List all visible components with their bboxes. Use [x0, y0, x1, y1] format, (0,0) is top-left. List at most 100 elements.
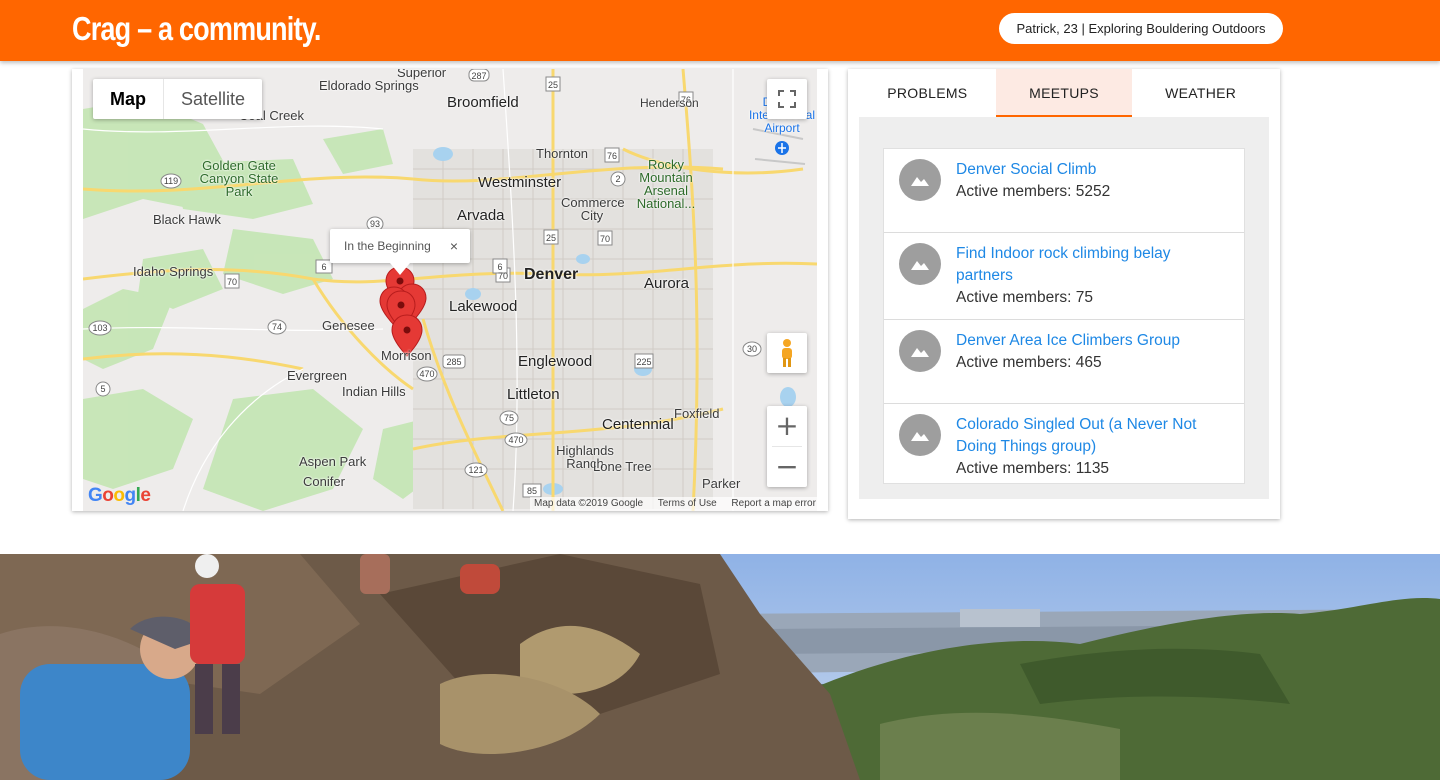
place-label: Conifer	[303, 474, 345, 489]
marker-info-window: In the Beginning ×	[330, 229, 470, 275]
avatar	[899, 159, 941, 201]
map[interactable]: 287 25 76 119 76 2 93 25 70 70 6 70 6 10…	[83, 69, 817, 511]
svg-text:70: 70	[227, 277, 237, 287]
svg-text:2: 2	[615, 174, 620, 184]
street-view-button[interactable]	[767, 333, 807, 373]
map-data-text: Map data ©2019 Google	[534, 498, 644, 509]
info-window-tail	[390, 263, 410, 275]
terms-of-use-link[interactable]: Terms of Use	[658, 498, 717, 509]
google-logo: Google	[88, 485, 151, 506]
map-base-layer: 287 25 76 119 76 2 93 25 70 70 6 70 6 10…	[83, 69, 817, 511]
svg-text:70: 70	[498, 271, 508, 281]
place-label: Genesee	[322, 318, 375, 333]
svg-text:103: 103	[92, 323, 107, 333]
place-label: Black Hawk	[153, 212, 221, 227]
tab-bar: PROBLEMS MEETUPS WEATHER	[859, 69, 1269, 117]
user-profile-pill[interactable]: Patrick, 23 | Exploring Bouldering Outdo…	[999, 13, 1283, 44]
place-label: Lone Tree	[593, 459, 652, 474]
place-label: Lakewood	[449, 298, 518, 315]
meetup-members: Active members: 465	[956, 354, 1102, 371]
svg-text:6: 6	[321, 262, 326, 272]
svg-text:25: 25	[546, 233, 556, 243]
fullscreen-button[interactable]	[767, 79, 807, 119]
place-label: Littleton	[507, 386, 560, 403]
hero-photo	[0, 554, 1440, 780]
sidebar-card: PROBLEMS MEETUPS WEATHER Denver Social C…	[848, 69, 1280, 519]
place-label: Arvada	[457, 207, 505, 224]
report-map-error-link[interactable]: Report a map error	[731, 498, 815, 509]
pegman-icon	[782, 339, 792, 367]
place-label: Commerce City	[561, 195, 625, 223]
svg-text:287: 287	[471, 71, 486, 81]
info-window-text: In the Beginning	[344, 239, 431, 253]
svg-text:75: 75	[504, 413, 514, 423]
place-label: Idaho Springs	[133, 264, 214, 279]
svg-text:470: 470	[508, 435, 523, 445]
svg-text:121: 121	[468, 465, 483, 475]
avatar	[899, 243, 941, 285]
meetup-item[interactable]: Denver Social Climb Active members: 5252	[884, 149, 1244, 233]
svg-text:5: 5	[100, 384, 105, 394]
meetup-name-link[interactable]: Find Indoor rock climbing belay partners	[956, 243, 1226, 287]
place-label: Englewood	[518, 353, 593, 370]
mountain-icon	[911, 261, 929, 270]
meetup-members: Active members: 1135	[956, 460, 1110, 477]
meetup-item[interactable]: Find Indoor rock climbing belay partners…	[884, 233, 1244, 320]
svg-text:93: 93	[370, 219, 380, 229]
place-label: Aurora	[644, 275, 690, 292]
svg-text:74: 74	[272, 322, 282, 332]
mountain-icon	[911, 432, 929, 441]
place-label: Denver	[524, 266, 579, 283]
meetup-name-link[interactable]: Colorado Singled Out (a Never Not Doing …	[956, 414, 1226, 458]
top-bar: Crag – a community. Patrick, 23 | Explor…	[0, 0, 1440, 61]
meetups-panel: Denver Social Climb Active members: 5252…	[859, 117, 1269, 499]
place-label: Broomfield	[447, 94, 519, 111]
place-label: Golden Gate Canyon State Park	[199, 158, 279, 199]
svg-text:30: 30	[747, 344, 757, 354]
site-title[interactable]: Crag – a community.	[72, 10, 321, 48]
meetup-list[interactable]: Denver Social Climb Active members: 5252…	[883, 148, 1245, 484]
mountain-icon	[911, 348, 929, 357]
map-type-toggle: Map Satellite	[93, 79, 263, 119]
zoom-out-button[interactable]: −	[767, 447, 807, 487]
place-label: Centennial	[602, 416, 674, 433]
place-label: Henderson	[640, 96, 699, 110]
svg-text:76: 76	[607, 151, 617, 161]
svg-text:6: 6	[497, 262, 502, 272]
place-label: Morrison	[381, 348, 432, 363]
svg-text:225: 225	[636, 357, 651, 367]
meetup-item[interactable]: Denver Area Ice Climbers Group Active me…	[884, 320, 1244, 404]
place-label: Thornton	[536, 146, 589, 161]
place-label: Rocky Mountain Arsenal National...	[636, 157, 696, 211]
map-type-satellite-button[interactable]: Satellite	[164, 79, 262, 119]
climbing-landscape-image	[0, 554, 1440, 780]
meetup-item[interactable]: Colorado Singled Out (a Never Not Doing …	[884, 404, 1244, 483]
meetup-name-link[interactable]: Denver Area Ice Climbers Group	[956, 330, 1226, 352]
tab-weather[interactable]: WEATHER	[1132, 69, 1269, 117]
svg-text:85: 85	[527, 486, 537, 496]
zoom-in-button[interactable]: +	[767, 406, 807, 446]
map-type-map-button[interactable]: Map	[93, 79, 164, 119]
place-label: Westminster	[478, 174, 562, 191]
meetup-name-link[interactable]: Denver Social Climb	[956, 159, 1226, 181]
zoom-control: + −	[767, 406, 807, 487]
close-icon[interactable]: ×	[450, 229, 458, 263]
map-card: 287 25 76 119 76 2 93 25 70 70 6 70 6 10…	[72, 69, 828, 511]
place-label: Aspen Park	[299, 454, 367, 469]
place-label: Foxfield	[674, 406, 720, 421]
tab-meetups[interactable]: MEETUPS	[995, 69, 1133, 117]
svg-text:470: 470	[419, 369, 434, 379]
place-label: Eldorado Springs	[319, 78, 419, 93]
svg-text:25: 25	[548, 80, 558, 90]
avatar	[899, 330, 941, 372]
map-attribution: Map data ©2019 Google Terms of Use Repor…	[530, 497, 817, 511]
svg-text:119: 119	[164, 176, 178, 186]
meetup-members: Active members: 75	[956, 289, 1093, 306]
tab-problems[interactable]: PROBLEMS	[859, 69, 996, 117]
mountain-icon	[911, 177, 929, 186]
place-label: Parker	[702, 476, 741, 491]
meetup-members: Active members: 5252	[956, 183, 1111, 200]
fullscreen-icon	[778, 90, 796, 108]
place-label: Evergreen	[287, 368, 347, 383]
svg-text:285: 285	[446, 357, 461, 367]
